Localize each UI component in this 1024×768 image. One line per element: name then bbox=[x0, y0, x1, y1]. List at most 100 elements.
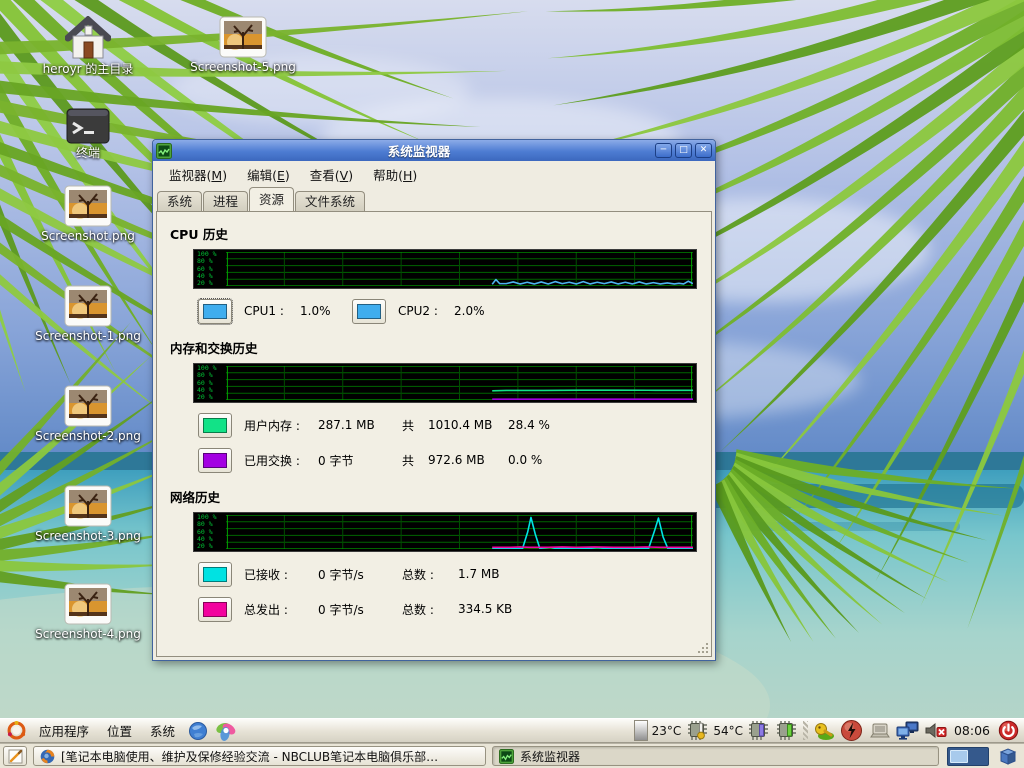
workspace-switcher bbox=[947, 747, 989, 766]
received-rate: 0 字节/s bbox=[318, 566, 402, 583]
task-label: [笔记本电脑使用、维护及保修经验交流 - NBCLUB笔记本电脑俱乐部… bbox=[61, 748, 438, 765]
resources-tab-page: CPU 历史 100 %80 %60 %40 %20 % CPU1 : 1.0%… bbox=[156, 211, 712, 657]
tab-system[interactable]: 系统 bbox=[157, 191, 202, 211]
cpu1-color-button[interactable] bbox=[198, 299, 232, 324]
menu-system[interactable]: 系统 bbox=[143, 719, 182, 742]
home-folder-icon bbox=[65, 16, 111, 60]
user-memory-percent: 28.4 % bbox=[508, 418, 550, 432]
menu-view[interactable]: 查看(V) bbox=[302, 162, 361, 187]
desktop-icon-screenshot[interactable]: Screenshot.png bbox=[32, 185, 144, 244]
sensor-chip-green-bar-icon[interactable] bbox=[775, 719, 799, 742]
image-thumbnail-icon bbox=[219, 16, 267, 58]
cpu2-color bbox=[357, 304, 381, 319]
desktop-icon-screenshot-1[interactable]: Screenshot-1.png bbox=[32, 285, 144, 344]
desktop-icon-label: Screenshot-1.png bbox=[32, 330, 144, 344]
taskbar-item-browser[interactable]: [笔记本电脑使用、维护及保修经验交流 - NBCLUB笔记本电脑俱乐部… bbox=[33, 746, 486, 766]
laptop-applet-icon[interactable] bbox=[868, 719, 892, 742]
power-manager-warning-icon[interactable] bbox=[840, 719, 864, 742]
desktop-icon-label: 终端 bbox=[32, 147, 144, 161]
memory-user-legend: 用户内存 : 287.1 MB 共 1010.4 MB 28.4 % bbox=[198, 412, 711, 438]
media-player-launcher-icon[interactable] bbox=[214, 719, 238, 742]
trash-applet-icon[interactable] bbox=[995, 745, 1021, 767]
sent-total: 334.5 KB bbox=[458, 602, 538, 616]
desktop-icon-label: Screenshot-4.png bbox=[32, 628, 144, 642]
network-chart-y-axis: 100 %80 %60 %40 %20 % bbox=[197, 514, 226, 550]
swap-legend: 已用交换 : 0 字节 共 972.6 MB 0.0 % bbox=[198, 447, 711, 473]
sent-label: 总发出 : bbox=[244, 601, 318, 618]
shutdown-button-icon[interactable] bbox=[996, 719, 1020, 742]
tab-strip: 系统 进程 资源 文件系统 bbox=[153, 187, 715, 211]
resize-grip[interactable] bbox=[697, 642, 709, 654]
network-section-title: 网络历史 bbox=[170, 487, 711, 506]
show-desktop-button[interactable] bbox=[3, 746, 27, 766]
memory-chart-y-axis: 100 %80 %60 %40 %20 % bbox=[197, 365, 226, 401]
user-memory-total: 1010.4 MB bbox=[428, 418, 508, 432]
tab-filesystems[interactable]: 文件系统 bbox=[295, 191, 365, 211]
user-memory-label: 用户内存 : bbox=[244, 417, 318, 434]
desktop-icon-label: Screenshot-5.png bbox=[187, 61, 299, 75]
image-thumbnail-icon bbox=[64, 583, 112, 625]
load-graph-applet[interactable] bbox=[634, 720, 648, 741]
desktop-icon-screenshot-3[interactable]: Screenshot-3.png bbox=[32, 485, 144, 544]
swap-of-label: 共 bbox=[402, 452, 428, 469]
sensor-chip-thermometer-icon[interactable] bbox=[685, 719, 709, 742]
applet-drag-handle[interactable] bbox=[803, 721, 808, 740]
desktop-icon-label: Screenshot.png bbox=[32, 230, 144, 244]
task-label: 系统监视器 bbox=[520, 748, 580, 765]
web-browser-launcher-icon[interactable] bbox=[186, 719, 210, 742]
cpu2-color-button[interactable] bbox=[352, 299, 386, 324]
window-title: 系统监视器 bbox=[183, 141, 655, 160]
cpu-section-title: CPU 历史 bbox=[170, 224, 711, 243]
desktop-icon-home[interactable]: heroyr 的主目录 bbox=[32, 16, 144, 77]
image-thumbnail-icon bbox=[64, 385, 112, 427]
desktop-icon-label: heroyr 的主目录 bbox=[32, 63, 144, 77]
network-monitor-icon[interactable] bbox=[896, 719, 920, 742]
desktop: heroyr 的主目录 Screenshot-5.png 终端 bbox=[0, 0, 1024, 768]
maximize-button[interactable]: □ bbox=[675, 143, 692, 158]
cpu-temperature[interactable]: 23°C bbox=[652, 724, 682, 738]
tab-resources[interactable]: 资源 bbox=[249, 187, 294, 211]
system-monitor-window: 系统监视器 ─ □ ✕ 监视器(M) 编辑(E) 查看(V) 帮助(H) 系统 … bbox=[152, 139, 716, 661]
cpu2-value: 2.0% bbox=[454, 304, 538, 318]
system-monitor-icon bbox=[499, 749, 514, 764]
volume-muted-icon[interactable] bbox=[924, 719, 948, 742]
window-titlebar[interactable]: 系统监视器 ─ □ ✕ bbox=[153, 140, 715, 161]
desktop-icon-screenshot-2[interactable]: Screenshot-2.png bbox=[32, 385, 144, 444]
tab-processes[interactable]: 进程 bbox=[203, 191, 248, 211]
workspace-2[interactable] bbox=[970, 750, 986, 763]
taskbar-item-system-monitor[interactable]: 系统监视器 bbox=[492, 746, 939, 766]
received-total: 1.7 MB bbox=[458, 567, 538, 581]
keyring-applet-icon[interactable] bbox=[812, 719, 836, 742]
menu-monitor[interactable]: 监视器(M) bbox=[161, 162, 235, 187]
window-list-bar: [笔记本电脑使用、维护及保修经验交流 - NBCLUB笔记本电脑俱乐部… 系统监… bbox=[0, 743, 1024, 768]
minimize-button[interactable]: ─ bbox=[655, 143, 672, 158]
clock-applet[interactable]: 08:06 bbox=[952, 723, 992, 738]
menu-edit[interactable]: 编辑(E) bbox=[239, 162, 298, 187]
menu-applications[interactable]: 应用程序 bbox=[32, 719, 96, 742]
cpu1-label: CPU1 : bbox=[244, 304, 300, 318]
sent-legend: 总发出 : 0 字节/s 总数 : 334.5 KB bbox=[198, 596, 711, 622]
received-color bbox=[203, 567, 227, 582]
sent-color bbox=[203, 602, 227, 617]
desktop-icon-screenshot-4[interactable]: Screenshot-4.png bbox=[32, 583, 144, 642]
desktop-icon-screenshot-5[interactable]: Screenshot-5.png bbox=[187, 16, 299, 75]
cpu-history-chart: 100 %80 %60 %40 %20 % bbox=[193, 249, 697, 289]
sent-rate: 0 字节/s bbox=[318, 601, 402, 618]
received-color-button[interactable] bbox=[198, 562, 232, 587]
menu-places[interactable]: 位置 bbox=[100, 719, 139, 742]
menu-help[interactable]: 帮助(H) bbox=[365, 162, 425, 187]
sensor-chip-purple-bar-icon[interactable] bbox=[747, 719, 771, 742]
desktop-icon-terminal[interactable]: 终端 bbox=[32, 108, 144, 161]
user-memory-value: 287.1 MB bbox=[318, 418, 402, 432]
swap-color-button[interactable] bbox=[198, 448, 232, 473]
received-label: 已接收 : bbox=[244, 566, 318, 583]
sent-color-button[interactable] bbox=[198, 597, 232, 622]
close-button[interactable]: ✕ bbox=[695, 143, 712, 158]
gpu-temperature[interactable]: 54°C bbox=[713, 724, 743, 738]
applications-menu-icon[interactable] bbox=[4, 719, 28, 742]
swap-color bbox=[203, 453, 227, 468]
user-memory-color-button[interactable] bbox=[198, 413, 232, 438]
cpu-legend: CPU1 : 1.0% CPU2 : 2.0% bbox=[198, 298, 711, 324]
workspace-1[interactable] bbox=[950, 750, 968, 763]
system-monitor-app-icon bbox=[156, 143, 172, 159]
